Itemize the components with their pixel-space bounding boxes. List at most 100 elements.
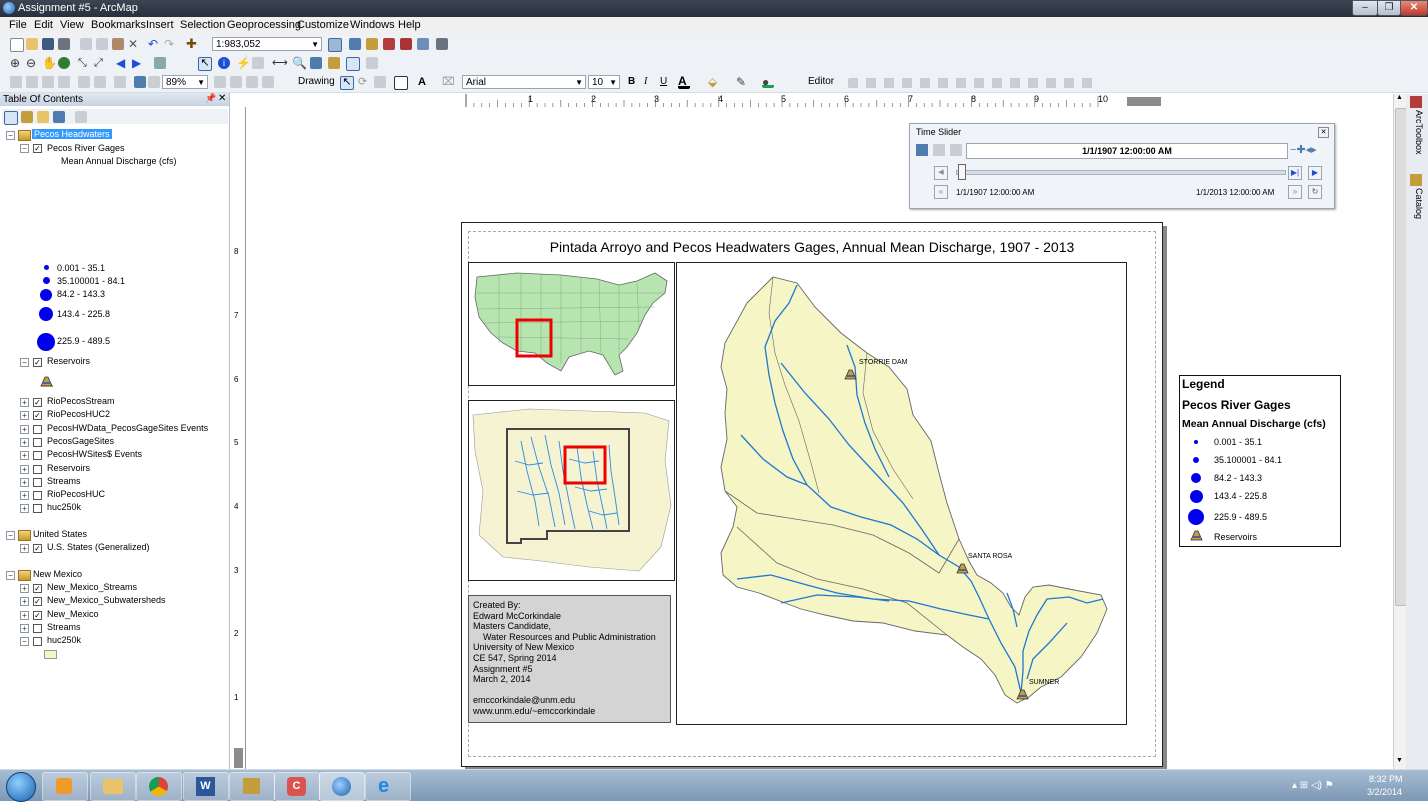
pin-icon[interactable]: 📌 (205, 93, 216, 104)
layer-checkbox[interactable] (33, 438, 42, 447)
layer-nm-streams[interactable]: New_Mexico_Streams (47, 582, 137, 592)
layer-new-mexico[interactable]: New_Mexico (47, 609, 99, 619)
layer-nm-subwatersheds[interactable]: New_Mexico_Subwatersheds (47, 595, 166, 605)
nm-inset-frame[interactable] (468, 400, 675, 581)
go-back-extent-icon[interactable] (134, 76, 146, 88)
callout-icon[interactable]: ⌧ (442, 76, 455, 88)
expand-toggle[interactable]: + (20, 411, 29, 420)
italic-button[interactable]: I (644, 76, 647, 87)
collapse-toggle[interactable]: − (20, 637, 29, 646)
layer-us-states[interactable]: U.S. States (Generalized) (47, 542, 150, 552)
menu-windows[interactable]: Windows (350, 19, 395, 31)
arccatalog-task[interactable] (229, 772, 275, 801)
zoom-whole-page-icon[interactable] (58, 76, 70, 88)
text-icon[interactable]: A (418, 76, 430, 88)
layer-pecos-river-gages[interactable]: Pecos River Gages (47, 143, 125, 153)
layer-checkbox[interactable]: ✓ (33, 411, 42, 420)
enable-time-icon[interactable] (916, 144, 928, 156)
layout-fixed-zoom-icon[interactable] (94, 76, 106, 88)
close-button[interactable]: ✕ (1400, 0, 1428, 16)
main-map-frame[interactable]: STORRIE DAM SANTA ROSA SUMNER Legend Pec… (676, 262, 1341, 725)
collapse-toggle[interactable]: − (20, 358, 29, 367)
layer-checkbox[interactable] (33, 478, 42, 487)
python-window-icon[interactable] (417, 38, 429, 50)
app-c-task[interactable]: C (274, 772, 320, 801)
table-of-contents-icon[interactable] (349, 38, 361, 50)
close-window-icon[interactable]: ✕ (1318, 127, 1329, 138)
layer-checkbox[interactable] (33, 465, 42, 474)
layer-checkbox[interactable]: ✓ (33, 398, 42, 407)
expand-toggle[interactable]: + (20, 425, 29, 434)
media-player-task[interactable] (42, 772, 88, 801)
layer-checkbox[interactable] (33, 504, 42, 513)
toc-options-icon[interactable] (75, 111, 87, 123)
arctoolbox-tab-icon[interactable] (1410, 96, 1422, 108)
identify-icon[interactable]: i (218, 57, 230, 69)
expand-toggle[interactable]: + (20, 398, 29, 407)
group-united-states[interactable]: United States (33, 529, 87, 539)
layout-zoom-out-icon[interactable] (26, 76, 38, 88)
list-by-visibility-icon[interactable] (37, 111, 49, 123)
underline-button[interactable]: U (660, 76, 667, 87)
restore-button[interactable]: ❐ (1377, 0, 1401, 16)
print-icon[interactable] (58, 38, 70, 50)
layer-reservoirs[interactable]: Reservoirs (47, 356, 90, 366)
menu-bookmarks[interactable]: Bookmarks (91, 19, 146, 31)
map-legend[interactable]: Legend Pecos River Gages Mean Annual Dis… (1179, 375, 1341, 547)
expand-toggle[interactable]: + (20, 465, 29, 474)
layer-riopecoshuc[interactable]: RioPecosHUC (47, 489, 105, 499)
bold-button[interactable]: B (628, 76, 635, 87)
current-time-display[interactable]: 1/1/1907 12:00:00 AM (966, 143, 1288, 159)
layer-nm-streams-2[interactable]: Streams (47, 622, 81, 632)
list-by-drawing-order-icon[interactable] (4, 111, 18, 125)
font-color-icon[interactable]: A (678, 75, 690, 89)
measure-icon[interactable]: ⟷ (272, 57, 288, 69)
slow-down-icon[interactable]: « (934, 185, 948, 199)
menu-geoprocessing[interactable]: Geoprocessing (227, 19, 301, 31)
copy-icon[interactable] (96, 38, 108, 50)
cut-icon[interactable] (80, 38, 92, 50)
zoom-to-time-icon[interactable] (950, 144, 962, 156)
expand-toggle[interactable]: + (20, 624, 29, 633)
layer-checkbox[interactable] (33, 637, 42, 646)
redo-icon[interactable]: ↷ (164, 38, 176, 50)
expand-toggle[interactable]: + (20, 584, 29, 593)
layout-page[interactable]: Pintada Arroyo and Pecos Headwaters Gage… (461, 222, 1341, 767)
layer-checkbox[interactable] (33, 624, 42, 633)
layout-zoom-combo[interactable]: 89% ▼ (162, 75, 208, 89)
menu-edit[interactable]: Edit (34, 19, 53, 31)
expand-toggle[interactable]: + (20, 438, 29, 447)
menu-file[interactable]: File (9, 19, 27, 31)
layer-riopecosstream[interactable]: RioPecosStream (47, 396, 115, 406)
save-icon[interactable] (42, 38, 54, 50)
layer-nm-huc250k[interactable]: huc250k (47, 635, 81, 645)
options-icon[interactable] (933, 144, 945, 156)
internet-explorer-task[interactable]: e (365, 772, 411, 801)
layer-pecoshwdata-events[interactable]: PecosHWData_PecosGageSites Events (47, 423, 208, 433)
font-size-combo[interactable]: 10 ▼ (588, 75, 620, 89)
fixed-zoom-out-icon[interactable]: ⤢ (94, 57, 106, 69)
expand-toggle[interactable]: + (20, 597, 29, 606)
rotate-icon[interactable]: ⟳ (358, 76, 370, 88)
catalog-tab-icon[interactable] (1410, 174, 1422, 186)
pointer-icon[interactable]: ↖ (340, 76, 354, 90)
fixed-zoom-in-icon[interactable]: ⤡ (78, 57, 90, 69)
layer-reservoirs-2[interactable]: Reservoirs (47, 463, 90, 473)
arctoolbox-icon[interactable] (383, 38, 395, 50)
group-pecos-headwaters[interactable]: Pecos Headwaters (32, 129, 112, 139)
arctoolbox-tab[interactable]: ArcToolbox (1410, 110, 1424, 170)
editor-menu[interactable]: Editor (808, 76, 834, 87)
map-title[interactable]: Pintada Arroyo and Pecos Headwaters Gage… (462, 239, 1162, 255)
scroll-down-icon[interactable]: ▼ (1396, 757, 1404, 767)
drawing-menu[interactable]: Drawing (298, 76, 335, 87)
word-task[interactable]: W (183, 772, 229, 801)
layout-zoom-in-icon[interactable] (10, 76, 22, 88)
layer-huc250k[interactable]: huc250k (47, 502, 81, 512)
scroll-up-icon[interactable]: ▲ (1396, 94, 1404, 104)
expand-toggle[interactable]: + (20, 491, 29, 500)
group-new-mexico[interactable]: New Mexico (33, 569, 82, 579)
collapse-toggle[interactable]: − (6, 531, 15, 540)
layer-checkbox[interactable]: ✓ (33, 584, 42, 593)
zoom-in-icon[interactable]: ⊕ (10, 57, 22, 69)
zoom-out-icon[interactable]: ⊖ (26, 57, 38, 69)
